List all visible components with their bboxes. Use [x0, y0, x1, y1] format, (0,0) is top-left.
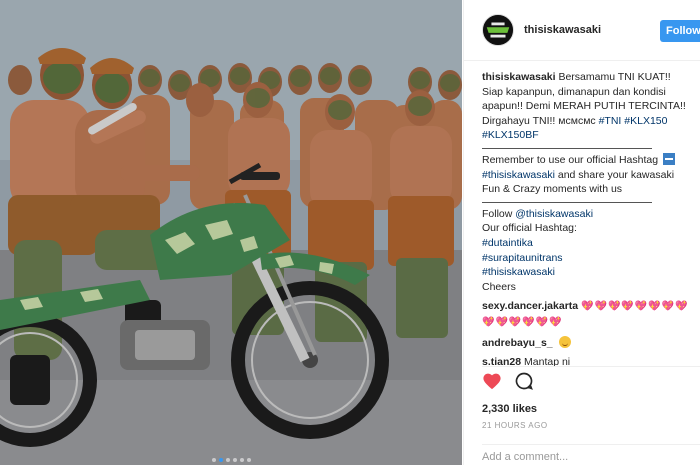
follow-button[interactable]: Follow [660, 20, 700, 42]
post-header: thisiskawasaki Follow [464, 0, 700, 61]
hashtag-link[interactable]: #KLX150BF [482, 129, 539, 141]
carousel-dot[interactable] [211, 458, 216, 462]
carousel-dot[interactable] [239, 458, 244, 462]
caption-username[interactable]: thisiskawasaki [482, 71, 556, 83]
hashtag-link[interactable]: #surapitaunitrans [482, 251, 694, 266]
action-bar [482, 371, 700, 395]
divider [482, 143, 652, 149]
avatar[interactable] [482, 14, 514, 46]
follow-line-prefix: Follow [482, 207, 513, 220]
hashtag-link[interactable]: #TNI [599, 115, 622, 127]
soldiers-motorcycle-image [0, 0, 462, 465]
like-count[interactable]: 2,330 likes [482, 403, 700, 415]
smiling-face-icon [558, 335, 571, 348]
divider [482, 197, 652, 203]
comment-item: andrebayu_s_ [482, 335, 694, 351]
comment-icon[interactable] [514, 371, 534, 396]
hashtag-link[interactable]: #KLX150 [624, 115, 667, 127]
post-panel: thisiskawasaki Follow thisiskawasaki Ber… [463, 0, 700, 465]
post-actions: 2,330 likes 21 HOURS AGO [482, 366, 700, 430]
carousel-indicator [0, 458, 462, 462]
carousel-dot[interactable] [225, 458, 230, 462]
hashtag-link[interactable]: #thisiskawasaki [482, 265, 694, 280]
remember-text: Remember to use our official Hashtag [482, 153, 659, 166]
mention-link[interactable]: @thisiskawasaki [515, 208, 593, 220]
post-caption: thisiskawasaki Bersamamu TNI KUAT!! Siap… [482, 70, 694, 294]
carousel-dot[interactable] [246, 458, 251, 462]
heart-icon[interactable] [482, 372, 502, 395]
minus-square-icon [662, 152, 675, 165]
comment-item: sexy.dancer.jakarta 💖💖💖💖💖💖💖💖💖💖💖💖💖💖 [482, 299, 694, 330]
comment-username[interactable]: sexy.dancer.jakarta [482, 300, 578, 312]
post-timestamp: 21 HOURS AGO [482, 421, 548, 430]
add-comment-input[interactable]: Add a comment... [482, 444, 700, 463]
cheers-text: Cheers [482, 280, 516, 293]
hashtag-title: Our official Hashtag: [482, 222, 577, 235]
comment-username[interactable]: andrebayu_s_ [482, 337, 553, 349]
hashtag-link[interactable]: #thisiskawasaki [482, 169, 555, 181]
hashtag-link[interactable]: #dutaintika [482, 236, 694, 251]
carousel-dot-active[interactable] [218, 458, 223, 462]
kawasaki-logo-icon [483, 15, 513, 45]
carousel-dot[interactable] [232, 458, 237, 462]
post-photo[interactable] [0, 0, 462, 465]
post-username[interactable]: thisiskawasaki [524, 24, 601, 36]
comments-section: thisiskawasaki Bersamamu TNI KUAT!! Siap… [482, 70, 694, 370]
